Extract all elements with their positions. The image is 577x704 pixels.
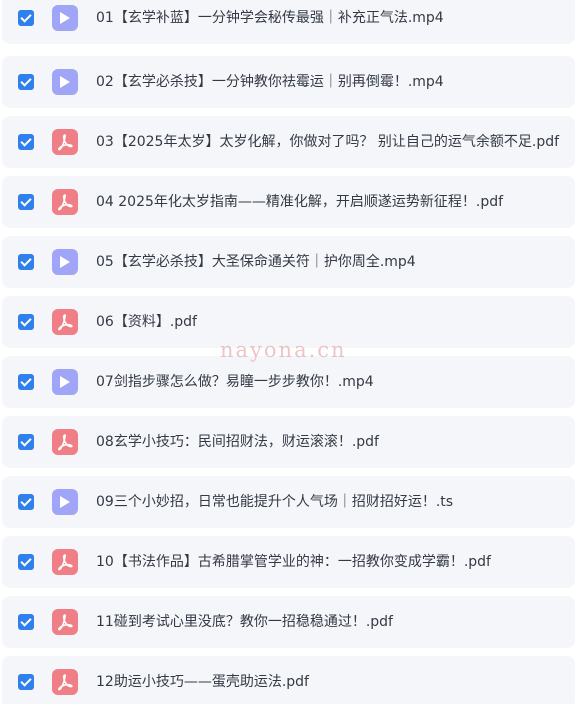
file-row[interactable]: 08玄学小技巧：民间招财法，财运滚滚！.pdf <box>2 416 575 468</box>
file-name[interactable]: 05【玄学必杀技】大圣保命通关符｜护你周全.mp4 <box>96 236 416 288</box>
checkbox-checked[interactable] <box>18 554 34 570</box>
checkbox-checked[interactable] <box>18 254 34 270</box>
file-row[interactable]: 12助运小技巧——蛋壳助运法.pdf <box>2 656 575 704</box>
file-row[interactable]: 05【玄学必杀技】大圣保命通关符｜护你周全.mp4 <box>2 236 575 288</box>
checkbox-checked[interactable] <box>18 314 34 330</box>
file-row[interactable]: 04 2025年化太岁指南——精准化解，开启顺遂运势新征程！.pdf <box>2 176 575 228</box>
file-name[interactable]: 08玄学小技巧：民间招财法，财运滚滚！.pdf <box>96 416 379 468</box>
file-name[interactable]: 12助运小技巧——蛋壳助运法.pdf <box>96 656 309 704</box>
pdf-icon <box>52 429 78 455</box>
pdf-icon <box>52 189 78 215</box>
file-row[interactable]: 10【书法作品】古希腊掌管学业的神：一招教你变成学霸！.pdf <box>2 536 575 588</box>
play-video-icon <box>52 5 78 31</box>
play-video-icon <box>52 69 78 95</box>
pdf-icon <box>52 309 78 335</box>
checkbox-checked[interactable] <box>18 10 34 26</box>
file-name[interactable]: 09三个小妙招，日常也能提升个人气场｜招财招好运！.ts <box>96 476 453 528</box>
file-row[interactable]: 03【2025年太岁】太岁化解，你做对了吗？ 别让自己的运气余额不足.pdf <box>2 116 575 168</box>
checkbox-checked[interactable] <box>18 374 34 390</box>
file-name[interactable]: 02【玄学必杀技】一分钟教你祛霉运｜别再倒霉！.mp4 <box>96 56 444 108</box>
checkbox-checked[interactable] <box>18 194 34 210</box>
file-name[interactable]: 06【资料】.pdf <box>96 296 197 348</box>
checkbox-checked[interactable] <box>18 434 34 450</box>
play-video-icon <box>52 249 78 275</box>
file-name[interactable]: 01【玄学补蓝】一分钟学会秘传最强｜补充正气法.mp4 <box>96 0 444 44</box>
pdf-icon <box>52 609 78 635</box>
checkbox-checked[interactable] <box>18 74 34 90</box>
checkbox-checked[interactable] <box>18 614 34 630</box>
pdf-icon <box>52 129 78 155</box>
pdf-icon <box>52 669 78 695</box>
file-name[interactable]: 10【书法作品】古希腊掌管学业的神：一招教你变成学霸！.pdf <box>96 536 491 588</box>
file-row[interactable]: 07剑指步骤怎么做？易瞳一步步教你！.mp4 <box>2 356 575 408</box>
file-name[interactable]: 11碰到考试心里没底？教你一招稳稳通过！.pdf <box>96 596 393 648</box>
checkbox-checked[interactable] <box>18 674 34 690</box>
play-video-icon <box>52 369 78 395</box>
file-name[interactable]: 07剑指步骤怎么做？易瞳一步步教你！.mp4 <box>96 356 374 408</box>
pdf-icon <box>52 549 78 575</box>
file-name[interactable]: 03【2025年太岁】太岁化解，你做对了吗？ 别让自己的运气余额不足.pdf <box>96 116 559 168</box>
file-list: 01【玄学补蓝】一分钟学会秘传最强｜补充正气法.mp4 02【玄学必杀技】一分钟… <box>0 0 577 704</box>
file-name[interactable]: 04 2025年化太岁指南——精准化解，开启顺遂运势新征程！.pdf <box>96 176 503 228</box>
play-video-icon <box>52 489 78 515</box>
checkbox-checked[interactable] <box>18 134 34 150</box>
file-row[interactable]: 11碰到考试心里没底？教你一招稳稳通过！.pdf <box>2 596 575 648</box>
file-row[interactable]: 09三个小妙招，日常也能提升个人气场｜招财招好运！.ts <box>2 476 575 528</box>
file-row[interactable]: 02【玄学必杀技】一分钟教你祛霉运｜别再倒霉！.mp4 <box>2 56 575 108</box>
file-row[interactable]: 01【玄学补蓝】一分钟学会秘传最强｜补充正气法.mp4 <box>2 0 575 44</box>
file-row[interactable]: 06【资料】.pdf <box>2 296 575 348</box>
checkbox-checked[interactable] <box>18 494 34 510</box>
